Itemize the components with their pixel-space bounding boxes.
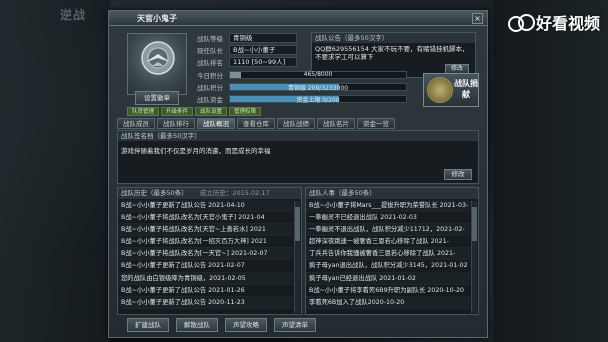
donate-label: 战队捐献	[454, 79, 478, 99]
haokan-logo-icon	[507, 12, 535, 32]
reputation-list-button[interactable]: 声望清单	[274, 318, 316, 332]
tab-card[interactable]: 战队名片	[317, 118, 355, 129]
background-left-panel	[0, 0, 110, 342]
list-item: 一拳幽灵不已经退出战队 2021-02-03	[306, 212, 470, 225]
info-label: 现任队长	[197, 46, 223, 55]
reputation-guide-button[interactable]: 声望攻略	[225, 318, 267, 332]
stat-row-funds: 战队资金 资金上限 0/200	[197, 94, 415, 104]
stat-text: 资金上限 0/200	[296, 97, 340, 104]
personnel-scrollbar[interactable]	[471, 201, 477, 313]
tab-overview[interactable]: 战队概况	[197, 118, 235, 129]
notice-body: QQ群629556154 大家不玩不要，有赌错挂机脚本，不要求学工可以算下	[315, 45, 469, 61]
stat-row-daily: 今日积分 465/8000	[197, 70, 415, 80]
founded-date: 成立历史：2015.02.17	[199, 189, 270, 197]
list-item: B战~小小董子将战队改名为[天官~上善若水] 2021	[118, 224, 293, 237]
clan-window: 天官小鬼子 × 设置徽章 战队等级 青铜级 现任队长 B战~小小董子 战队排名 …	[108, 10, 488, 338]
list-item: B战~小小董子将战队改名为[一招灭百万大神] 2021	[118, 236, 293, 249]
stat-row-clan-points: 战队积分 青铜级 209/3233000	[197, 82, 415, 92]
bottom-toolbar: 扩建战队 解散战队 声望攻略 声望清单	[127, 318, 316, 332]
clan-info: 战队等级 青铜级 现任队长 B战~小小董子 战队排名 1110 [50~99人]	[197, 32, 297, 68]
close-button[interactable]: ×	[472, 13, 483, 24]
clan-signature: 战队签名档（最多50汉字） 游戏伴随着我们不仅是岁月的消遣，而是成长的幸福 修改	[117, 130, 479, 184]
list-item: B战~小小董子更新了战队公告 2021-01-26	[118, 285, 293, 297]
clan-badge	[127, 33, 187, 95]
stat-progress-bar: 465/8000	[229, 71, 407, 79]
scroll-thumb[interactable]	[295, 207, 300, 241]
management-tabs: 队员管理 升级条件 战队设置 管理权限	[127, 107, 262, 116]
stat-text: 465/8000	[303, 71, 333, 78]
personnel-panel: 战队人事（最多50条） B战~小小董子将Mars___提拔升职为荣誉队长 202…	[305, 187, 479, 315]
notice-header: 战队公告（最多50汉字）	[312, 33, 475, 43]
scroll-thumb[interactable]	[472, 207, 477, 241]
list-item: 疯子母yan已经退出战队 2021-01-02	[306, 272, 470, 285]
list-item: 李看死6B加入了战队2020-10-20	[306, 296, 470, 309]
personnel-header: 战队人事（最多50条）	[306, 188, 478, 199]
window-titlebar: 天官小鬼子 ×	[109, 11, 487, 26]
watermark-text: 好看视频	[535, 14, 600, 33]
stat-label: 今日积分	[197, 72, 223, 80]
list-item: 疯子母yan退出战队，战队积分减少3145，2021-01-02	[306, 260, 470, 273]
main-tabs: 战队成员 战队排行 战队概况 查看仓库 战队战绩 战队名片 资金一览	[117, 118, 395, 129]
info-label: 战队等级	[197, 34, 223, 43]
video-watermark: 好看视频	[507, 10, 600, 34]
tab-member-management[interactable]: 队员管理	[127, 107, 160, 116]
signature-body: 游戏伴随着我们不仅是岁月的消遣，而是成长的幸福	[121, 147, 271, 155]
stat-label: 战队资金	[197, 96, 223, 104]
history-list: B战~小小董子更新了战队公告 2021-04-10 B战~小小董子将战队改名为[…	[118, 200, 293, 314]
tab-warehouse[interactable]: 查看仓库	[237, 118, 275, 129]
personnel-list: B战~小小董子将Mars___提拔升职为荣誉队长 2021-03- 一拳幽灵不已…	[306, 200, 470, 314]
list-item: 丁兵兵告诉你我骚被奢香三恩若心移除了战队 2021-	[306, 248, 470, 261]
tab-ranking[interactable]: 战队排行	[157, 118, 195, 129]
info-label: 战队排名	[197, 58, 223, 67]
edit-signature-button[interactable]: 修改	[444, 169, 472, 180]
history-header: 战队历史（最多50条） 成立历史：2015.02.17	[118, 188, 301, 199]
info-value: B战~小小董子	[229, 44, 297, 55]
history-panel: 战队历史（最多50条） 成立历史：2015.02.17 B战~小小董子更新了战队…	[117, 187, 302, 315]
disband-clan-button[interactable]: 解散战队	[176, 318, 218, 332]
stat-progress-bar: 资金上限 0/200	[229, 95, 407, 104]
info-row-level: 战队等级 青铜级	[197, 32, 297, 43]
stat-label: 战队积分	[197, 84, 223, 92]
info-value: 青铜级	[229, 32, 297, 43]
tab-clan-settings[interactable]: 战队设置	[195, 107, 228, 116]
tab-record[interactable]: 战队战绩	[277, 118, 315, 129]
list-item: B战~小小董子更新了战队公告 2021-02-07	[118, 260, 293, 273]
set-badge-button[interactable]: 设置徽章	[135, 91, 179, 105]
background-right-panel	[493, 0, 608, 342]
window-title: 天官小鬼子	[137, 14, 177, 23]
list-item: 一拳幽灵不退出战队，战队积分减少11712，2021-02-	[306, 224, 470, 237]
badge-emblem-icon	[141, 41, 175, 75]
expand-clan-button[interactable]: 扩建战队	[127, 318, 169, 332]
list-item: B战~小小董子更新了战队公告 2021-04-10	[118, 200, 293, 213]
info-value: 1110 [50~99人]	[229, 56, 297, 67]
donate-medal-icon	[427, 77, 453, 103]
history-scrollbar[interactable]	[294, 201, 300, 313]
list-item: 您的战队由白银级降为青铜级，2021-02-05	[118, 272, 293, 285]
list-item: B战~小小董子更新了战队公告 2020-11-23	[118, 296, 293, 309]
list-item: B战~小小董子将Mars___提拔升职为荣誉队长 2021-03-	[306, 200, 470, 213]
signature-header: 战队签名档（最多50汉字）	[118, 131, 478, 141]
history-title: 战队历史（最多50条）	[121, 189, 188, 197]
tab-members[interactable]: 战队成员	[117, 118, 155, 129]
list-item: B战~小小董子将战队改名为[天官小鬼子] 2021-04	[118, 212, 293, 225]
info-row-rank: 战队排名 1110 [50~99人]	[197, 56, 297, 67]
tab-funds[interactable]: 资金一览	[357, 118, 395, 129]
list-item: B战~小小董子将战队改名为[一天官~] 2021-02-07	[118, 248, 293, 261]
clan-stats: 今日积分 465/8000 战队积分 青铜级 209/3233000 战队资金 …	[197, 70, 415, 106]
tab-upgrade-conditions[interactable]: 升级条件	[161, 107, 194, 116]
stat-progress-bar: 青铜级 209/3233000	[229, 83, 407, 92]
stat-text: 青铜级 209/3233000	[287, 85, 349, 92]
game-logo: 逆战	[60, 8, 87, 22]
info-row-leader: 现任队长 B战~小小董子	[197, 44, 297, 55]
tab-permissions[interactable]: 管理权限	[229, 107, 262, 116]
list-item: 超神深夜跳速一被奢香三恩若心移除了战队 2021-	[306, 236, 470, 249]
list-item: B战~小小董子将李看死6B9升职为副队长 2020-10-20	[306, 285, 470, 297]
clan-donate-button[interactable]: 战队捐献	[423, 73, 479, 107]
